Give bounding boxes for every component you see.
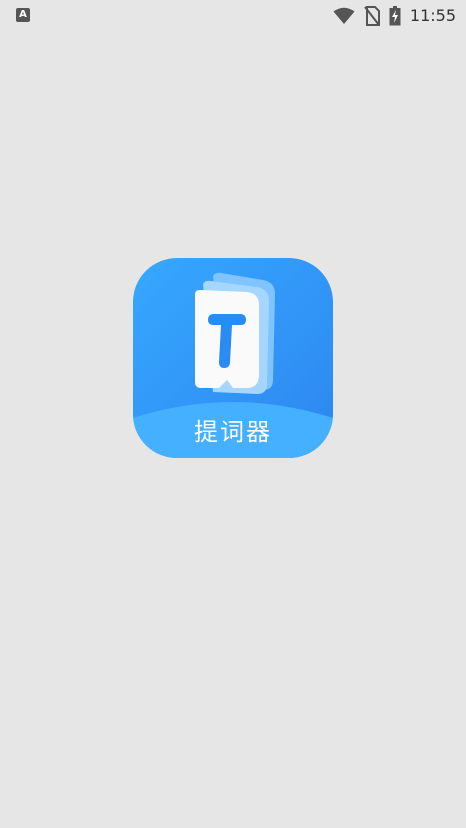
wifi-icon [333, 7, 355, 24]
app-name-label: 提词器 [194, 418, 272, 446]
status-icons: 11:55 [333, 5, 456, 27]
battery-charging-icon [389, 6, 401, 26]
status-time: 11:55 [409, 6, 456, 25]
a-accessibility-icon: A [16, 8, 30, 22]
app-logo: 提词器 [133, 258, 333, 458]
no-sim-icon [364, 6, 380, 26]
status-bar: A 11:55 [0, 0, 466, 32]
